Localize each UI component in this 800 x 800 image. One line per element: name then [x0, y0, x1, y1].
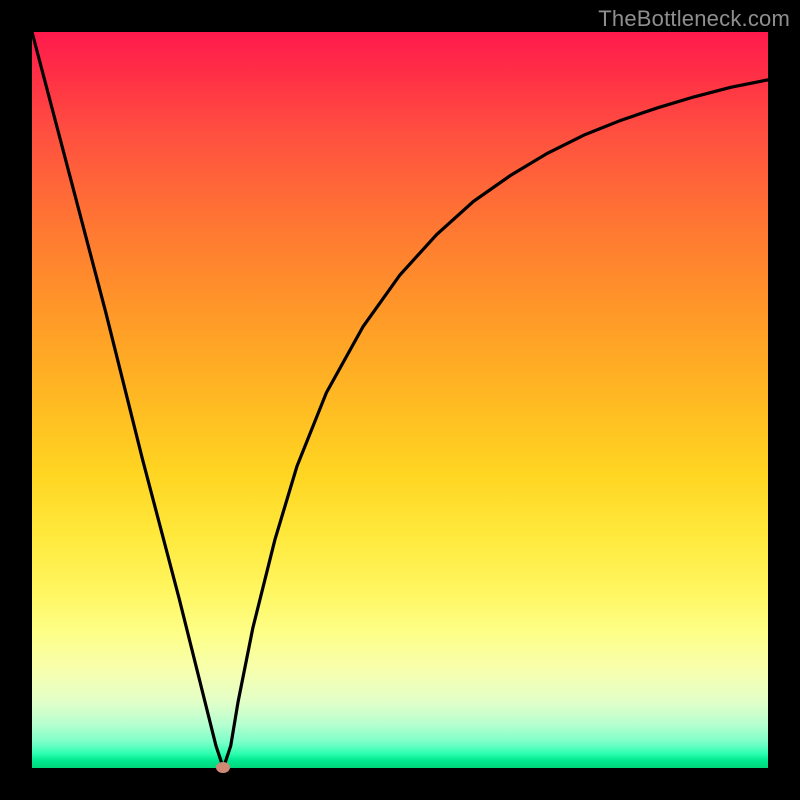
watermark-label: TheBottleneck.com	[598, 6, 790, 32]
curve-svg	[32, 32, 768, 768]
minimum-marker-icon	[216, 762, 230, 773]
plot-area	[32, 32, 768, 768]
bottleneck-curve	[32, 32, 768, 768]
chart-frame: TheBottleneck.com	[0, 0, 800, 800]
